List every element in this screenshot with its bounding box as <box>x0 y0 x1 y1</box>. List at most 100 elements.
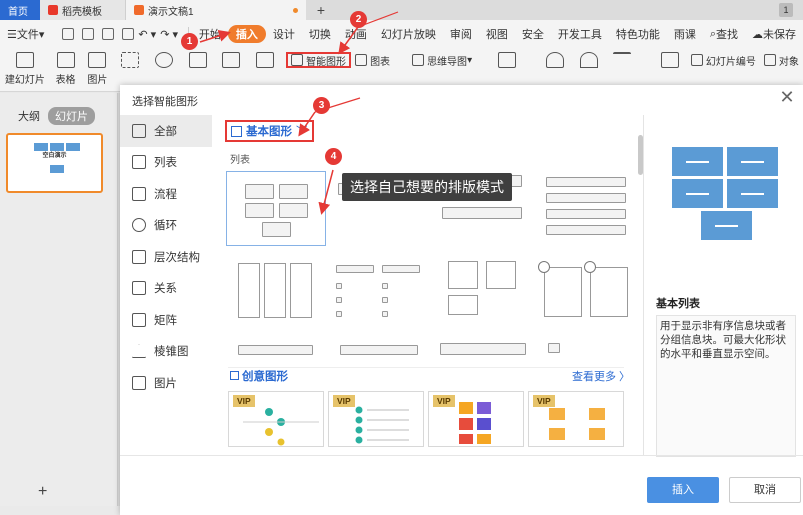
window-count-badge[interactable]: 1 <box>779 3 793 17</box>
category-list: 全部 列表 流程 循环 层次结构 关系 矩阵 棱锥图 图片 <box>120 115 212 455</box>
menu-save-status[interactable]: ☁ 未保存 <box>745 20 803 48</box>
tab-presentation[interactable]: 演示文稿1 <box>126 0 306 20</box>
header-footer-icon <box>661 52 680 68</box>
menu-security[interactable]: 安全 <box>515 20 551 48</box>
template-list-4[interactable] <box>538 171 638 246</box>
hierarchy-icon <box>132 249 146 264</box>
category-hierarchy[interactable]: 层次结构 <box>120 241 212 273</box>
category-dropdown[interactable]: 基本图形 ﹀ <box>225 120 314 142</box>
formula-button[interactable] <box>605 52 639 71</box>
mindmap-icon <box>412 54 425 66</box>
template-list-12[interactable] <box>538 337 638 357</box>
category-label: 图片 <box>154 377 177 390</box>
new-slide-icon <box>15 52 34 68</box>
header-footer-button[interactable] <box>653 52 687 71</box>
category-matrix[interactable]: 矩阵 <box>120 304 212 336</box>
creative-template-3[interactable]: VIP <box>428 391 524 447</box>
picture-button[interactable]: 图片 <box>81 52 113 86</box>
material-button[interactable] <box>215 52 249 71</box>
add-slide-button[interactable]: + <box>38 483 47 501</box>
template-shape <box>238 345 313 355</box>
menu-view[interactable]: 视图 <box>479 20 515 48</box>
ppt-icon <box>134 4 144 15</box>
print-preview-icon[interactable] <box>122 28 135 40</box>
menu-transition[interactable]: 切换 <box>302 20 338 48</box>
annotation-badge-1: 1 <box>181 33 198 50</box>
creative-template-4-graphic <box>549 408 605 440</box>
icon-library-button[interactable] <box>181 52 215 71</box>
menu-design[interactable]: 设计 <box>266 20 302 48</box>
table-button[interactable]: 表格 <box>50 52 82 86</box>
close-icon[interactable]: ✕ <box>777 87 797 108</box>
menu-rain-classroom[interactable]: 雨课 <box>667 20 703 48</box>
category-all[interactable]: 全部 <box>120 115 212 147</box>
menu-search-label: 查找 <box>716 29 738 41</box>
shape-button[interactable] <box>147 52 181 71</box>
menu-slideshow[interactable]: 幻灯片放映 <box>374 20 443 48</box>
menu-features[interactable]: 特色功能 <box>609 20 667 48</box>
chart-button[interactable]: 图表 <box>351 52 394 68</box>
template-shape <box>262 222 291 237</box>
category-cycle[interactable]: 循环 <box>120 210 212 242</box>
new-tab-button[interactable]: + <box>306 2 336 18</box>
new-slide-button[interactable]: 建幻灯片 <box>0 52 50 86</box>
redo-icon[interactable]: ↷ ▾ <box>160 28 178 41</box>
undo-icon[interactable]: ↶ ▾ <box>138 28 156 41</box>
3d-model-button[interactable] <box>248 52 282 71</box>
template-list-11[interactable] <box>434 337 534 357</box>
insert-button[interactable]: 插入 <box>647 477 719 503</box>
export-pdf-icon[interactable] <box>82 28 95 40</box>
smartart-dialog: 选择智能图形 ✕ 全部 列表 流程 循环 层次结构 关系 矩阵 棱锥图 图片 基… <box>120 85 803 515</box>
object-button[interactable]: 对象 <box>760 52 803 68</box>
template-list-8[interactable] <box>538 257 638 332</box>
category-picture[interactable]: 图片 <box>120 367 212 399</box>
textbox-icon <box>497 52 516 68</box>
template-list-5[interactable] <box>226 257 326 332</box>
menu-insert[interactable]: 插入 <box>227 25 266 43</box>
menu-file[interactable]: ☰ 文件 ▾ <box>0 20 51 48</box>
cancel-button[interactable]: 取消 <box>729 477 801 503</box>
tab-docer[interactable]: 稻壳模板 <box>40 0 126 20</box>
preview-title: 基本列表 <box>656 298 700 310</box>
menu-review[interactable]: 审阅 <box>443 20 479 48</box>
template-shape <box>440 343 526 355</box>
category-process[interactable]: 流程 <box>120 178 212 210</box>
category-list-item[interactable]: 列表 <box>120 147 212 179</box>
symbol-button[interactable] <box>572 52 606 71</box>
mindmap-button[interactable]: 思维导图 ▾ <box>408 52 476 68</box>
menu-developer[interactable]: 开发工具 <box>551 20 609 48</box>
art-text-button[interactable] <box>538 52 572 71</box>
creative-template-1[interactable]: VIP <box>228 391 324 447</box>
print-icon[interactable] <box>102 28 115 40</box>
preview-shape <box>727 179 778 208</box>
template-circle <box>584 261 596 273</box>
smartart-button[interactable]: 智能图形 <box>286 52 352 68</box>
template-basic-list[interactable] <box>226 171 326 246</box>
tab-slides[interactable]: 幻灯片 <box>48 107 95 125</box>
screenshot-button[interactable] <box>113 52 147 71</box>
template-list-9[interactable] <box>226 337 326 357</box>
tab-home[interactable]: 首页 <box>0 0 40 20</box>
tab-outline[interactable]: 大纲 <box>18 108 40 124</box>
preview-shape <box>672 147 723 176</box>
template-shape <box>245 184 274 199</box>
chevron-down-icon: ﹀ <box>296 126 308 138</box>
menu-search[interactable]: ⌕ 查找 <box>703 20 745 48</box>
creative-template-4[interactable]: VIP <box>528 391 624 447</box>
category-pyramid[interactable]: 棱锥图 <box>120 336 212 368</box>
see-more-link[interactable]: 查看更多 〉 <box>572 368 630 384</box>
creative-template-2[interactable]: VIP <box>328 391 424 447</box>
template-list-10[interactable] <box>330 337 430 357</box>
template-list-6[interactable] <box>330 257 430 332</box>
icon-library-icon <box>188 52 207 68</box>
textbox-button[interactable] <box>490 52 524 71</box>
slide-number-button[interactable]: 幻灯片编号 <box>687 52 760 68</box>
tab-bar: 首页 稻壳模板 演示文稿1 + 1 <box>0 0 803 20</box>
category-relationship[interactable]: 关系 <box>120 273 212 305</box>
slide-thumbnail[interactable]: 空白演示 <box>6 133 103 193</box>
category-label: 关系 <box>154 283 177 296</box>
template-shape <box>448 261 478 289</box>
save-icon[interactable] <box>62 28 75 40</box>
grid-icon <box>231 125 242 137</box>
template-list-7[interactable] <box>434 257 534 332</box>
